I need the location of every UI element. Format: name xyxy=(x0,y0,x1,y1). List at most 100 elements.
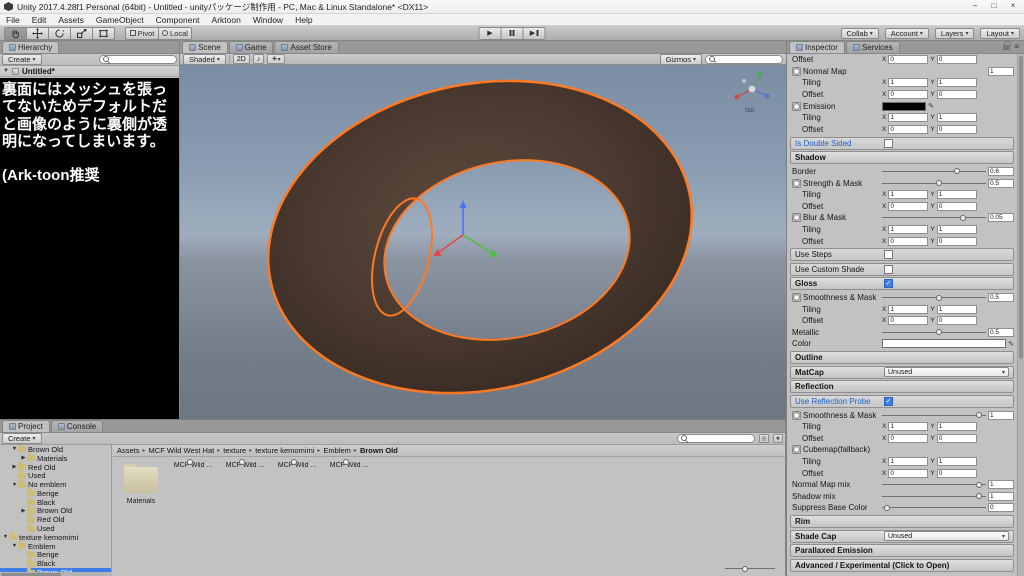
value-field[interactable]: 0.6 xyxy=(988,166,1014,176)
value-field[interactable]: 0 xyxy=(936,236,977,246)
breadcrumb-item-texture[interactable]: texture xyxy=(223,446,246,455)
value-field[interactable]: 1 xyxy=(888,190,929,200)
scale-tool-button[interactable] xyxy=(70,26,93,40)
value-field[interactable]: 1 xyxy=(936,78,977,88)
menu-window[interactable]: Window xyxy=(247,15,289,25)
tree-item-brown-old[interactable]: ▼ Brown Old xyxy=(0,445,111,454)
property-row-use-steps[interactable]: Use Steps xyxy=(790,248,1014,262)
tree-item-brown-old[interactable]: ▶ Brown Old xyxy=(0,505,111,515)
tree-item-materials[interactable]: ▶ Materials xyxy=(0,453,111,463)
dropdown[interactable]: Unused ▾ xyxy=(884,531,1009,542)
tree-item-used[interactable]: Used xyxy=(0,523,111,533)
play-button[interactable]: ▶ xyxy=(478,26,502,40)
value-field[interactable]: 1 xyxy=(888,304,929,314)
value-field[interactable]: 0 xyxy=(888,433,929,443)
color-swatch[interactable] xyxy=(882,339,1007,349)
slider[interactable] xyxy=(882,179,986,188)
tree-item-black[interactable]: Black xyxy=(0,497,111,507)
tree-item-no-emblem[interactable]: ▼ No emblem xyxy=(0,479,111,489)
value-field[interactable]: 1 xyxy=(988,480,1014,490)
scene-viewport[interactable]: Iso xyxy=(180,65,786,419)
slider-thumb[interactable] xyxy=(975,493,982,500)
breadcrumb-item-brown-old[interactable]: Brown Old xyxy=(360,446,398,455)
section-header-gloss[interactable]: Gloss ✓ xyxy=(790,277,1014,291)
layout-dropdown[interactable]: Layout ▾ xyxy=(980,27,1020,39)
section-header-rim[interactable]: Rim xyxy=(790,515,1014,529)
scrollbar-thumb[interactable] xyxy=(1019,56,1023,359)
search-by-type-icon[interactable]: ◎ xyxy=(759,434,769,443)
tree-item-berige[interactable]: Berige xyxy=(0,488,111,498)
eyedropper-icon[interactable]: ✎ xyxy=(1008,340,1014,348)
tab-console[interactable]: Console xyxy=(50,420,104,432)
pivot-toggle-button[interactable]: Pivot xyxy=(125,26,159,40)
texture-slot-icon[interactable] xyxy=(792,445,801,455)
value-field[interactable]: 0 xyxy=(888,201,929,211)
breadcrumb-item-emblem[interactable]: Emblem xyxy=(323,446,351,455)
menu-gameobject[interactable]: GameObject xyxy=(90,15,150,25)
menu-arktoon[interactable]: Arktoon xyxy=(206,15,247,25)
menu-edit[interactable]: Edit xyxy=(26,15,53,25)
tree-item-berige[interactable]: Berige xyxy=(0,549,111,559)
texture-slot-icon[interactable] xyxy=(792,293,801,303)
section-header-advanced-experimental-click-to-open[interactable]: Advanced / Experimental (Click to Open) xyxy=(790,558,1014,572)
checkbox[interactable] xyxy=(884,264,893,274)
tree-collapse-icon[interactable]: ▼ xyxy=(2,534,9,540)
section-header-shade-cap[interactable]: Shade Cap Unused ▾ xyxy=(790,529,1014,543)
value-field[interactable]: 1 xyxy=(888,224,929,234)
value-field[interactable]: 1 xyxy=(936,224,977,234)
color-swatch[interactable] xyxy=(882,101,926,111)
value-field[interactable]: 0 xyxy=(936,468,977,478)
gizmos-dropdown[interactable]: Gizmos ▾ xyxy=(659,53,702,65)
2d-toggle[interactable]: 2D xyxy=(232,54,250,64)
texture-slot-icon[interactable] xyxy=(792,410,801,420)
value-field[interactable]: 0.5 xyxy=(988,293,1014,303)
tree-collapse-icon[interactable]: ▼ xyxy=(11,482,18,488)
asset-item-materials[interactable]: Materials xyxy=(116,461,166,505)
step-button[interactable]: ▶ xyxy=(522,26,546,40)
inspector-scrollbar[interactable] xyxy=(1017,54,1024,576)
rect-tool-button[interactable] xyxy=(92,26,115,40)
tab-asset-store[interactable]: Asset Store xyxy=(274,41,339,53)
slider-thumb[interactable] xyxy=(953,168,960,175)
slider-thumb[interactable] xyxy=(960,214,967,221)
texture-slot-icon[interactable] xyxy=(792,178,801,188)
value-field[interactable]: 0 xyxy=(888,468,929,478)
hand-tool-button[interactable] xyxy=(4,26,27,40)
section-header-matcap[interactable]: MatCap Unused ▾ xyxy=(790,365,1014,379)
create-button[interactable]: Create ▾ xyxy=(2,433,42,444)
property-row-is-double-sided[interactable]: Is Double Sided xyxy=(790,136,1014,150)
value-field[interactable]: 0.5 xyxy=(988,327,1014,337)
minimize-button[interactable]: – xyxy=(966,1,984,12)
value-field[interactable]: 0 xyxy=(936,124,977,134)
value-field[interactable]: 0 xyxy=(936,433,977,443)
section-header-reflection[interactable]: Reflection xyxy=(790,380,1014,394)
value-field[interactable]: 1 xyxy=(988,410,1014,420)
tree-item-texture-kemomimi[interactable]: ▼ texture kemomimi xyxy=(0,532,111,542)
texture-slot-icon[interactable] xyxy=(792,213,801,223)
breadcrumb-item-texture-kemomimi[interactable]: texture kemomimi xyxy=(255,446,314,455)
scrollbar-thumb[interactable] xyxy=(1,572,61,576)
asset-item-mcf-wild[interactable]: MCF Wild ... xyxy=(220,458,270,469)
texture-slot-icon[interactable] xyxy=(792,101,801,111)
asset-item-mcf-wild[interactable]: MCF Wild ... xyxy=(324,458,374,469)
value-field[interactable]: 0.5 xyxy=(988,178,1014,188)
close-button[interactable]: × xyxy=(1004,1,1022,12)
section-header-shadow[interactable]: Shadow xyxy=(790,151,1014,165)
slider[interactable] xyxy=(882,167,986,176)
value-field[interactable]: 0 xyxy=(888,236,929,246)
tree-item-red-old[interactable]: Red Old xyxy=(0,514,111,524)
foldout-icon[interactable]: ▼ xyxy=(3,68,9,74)
draw-mode-dropdown[interactable]: Shaded ▾ xyxy=(183,53,226,65)
local-toggle-button[interactable]: Local xyxy=(158,26,192,40)
value-field[interactable]: 0 xyxy=(888,124,929,134)
breadcrumb-item-assets[interactable]: Assets xyxy=(117,446,140,455)
project-search-input[interactable] xyxy=(677,434,755,443)
slider[interactable] xyxy=(882,503,986,512)
tab-hierarchy[interactable]: Hierarchy xyxy=(2,41,60,53)
slider[interactable] xyxy=(882,328,986,337)
tab-services[interactable]: Services xyxy=(845,41,900,53)
slider-thumb[interactable] xyxy=(884,504,891,511)
value-field[interactable]: 0 xyxy=(988,503,1014,513)
slider-thumb[interactable] xyxy=(936,329,943,336)
tree-scrollbar[interactable] xyxy=(0,572,112,576)
